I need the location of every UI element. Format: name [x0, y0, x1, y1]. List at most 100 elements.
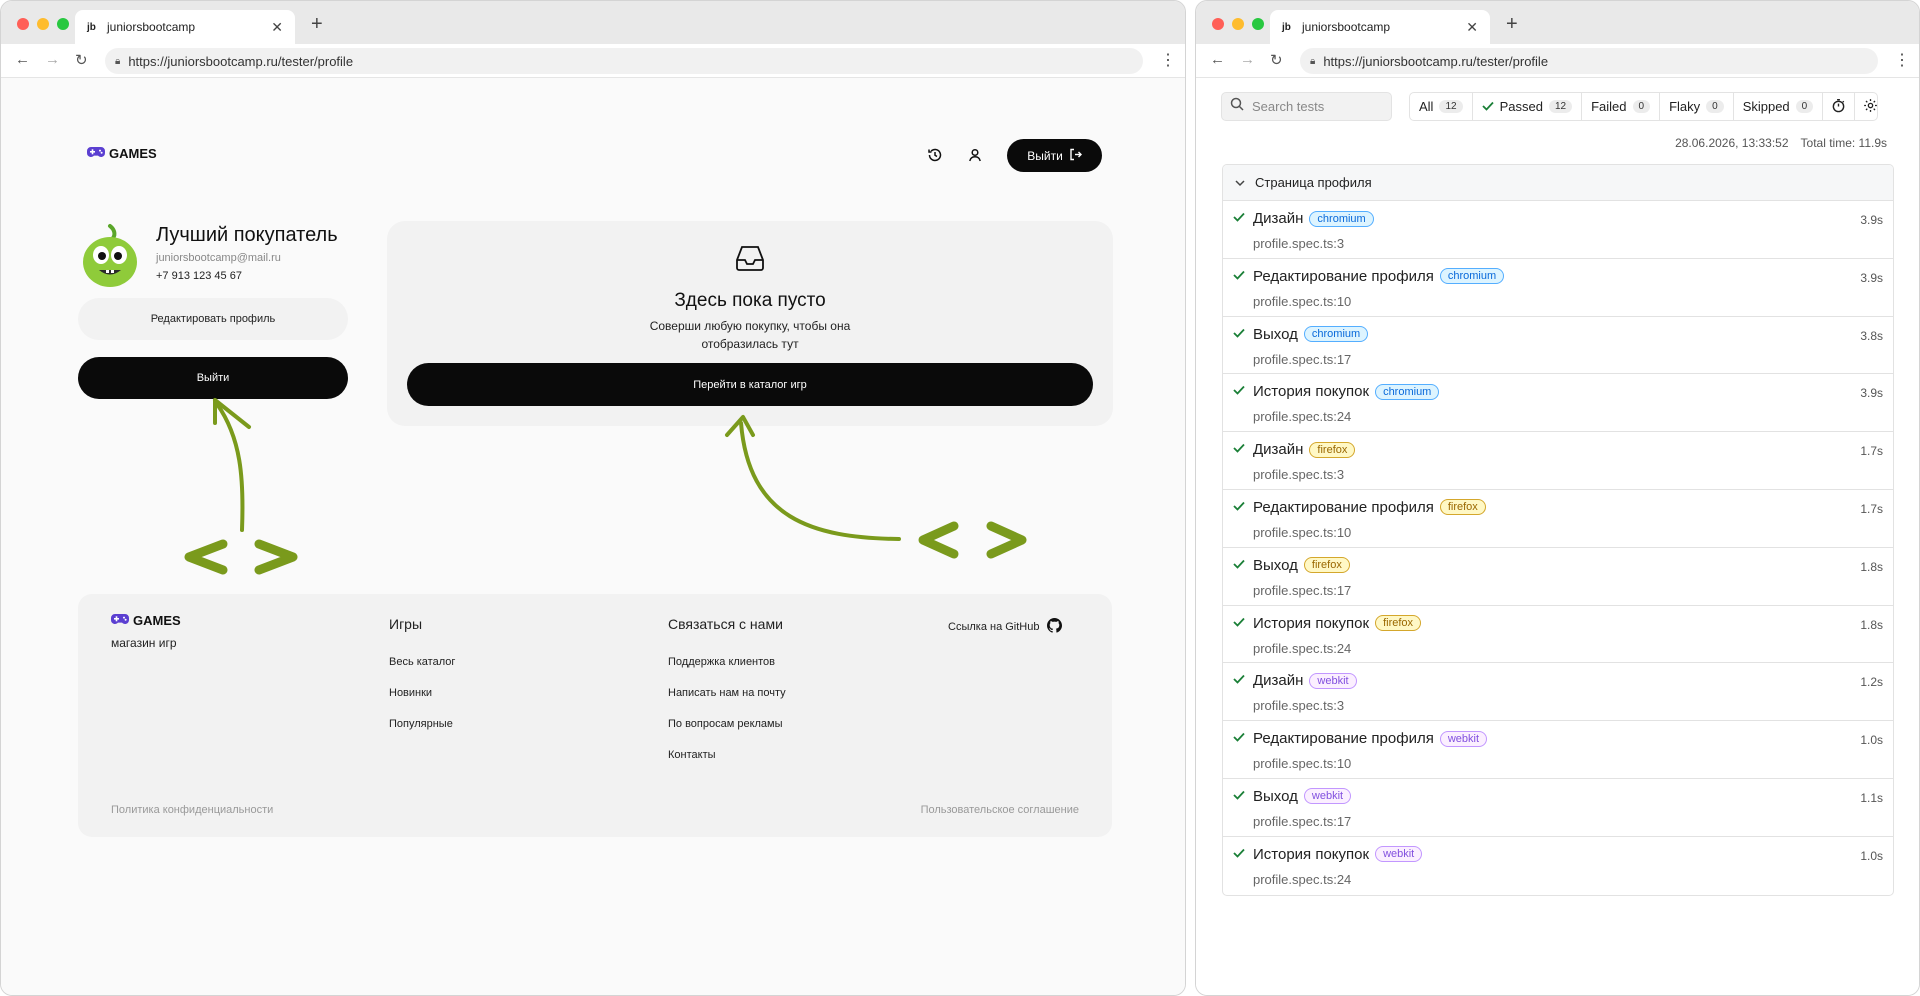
footer-link-popular[interactable]: Популярные: [389, 718, 453, 730]
reload-icon[interactable]: ↻: [75, 51, 88, 69]
filter-failed[interactable]: Failed 0: [1582, 93, 1661, 120]
test-duration: 3.9s: [1860, 386, 1883, 401]
test-title: Дизайн firefox: [1253, 441, 1356, 458]
footer-link-new[interactable]: Новинки: [389, 687, 432, 699]
maximize-window-button[interactable]: [57, 18, 69, 30]
passed-check-icon: [1233, 559, 1245, 569]
test-report-browser-window: jb juniorsbootcamp ✕ + ← → ↻ 🔒︎ https://…: [1195, 0, 1920, 996]
footer-link-support[interactable]: Поддержка клиентов: [668, 656, 775, 668]
test-row[interactable]: Редактирование профиля chromium profile.s…: [1223, 259, 1893, 317]
test-title: Редактирование профиля chromium: [1253, 267, 1505, 285]
test-row[interactable]: Выход webkit profile.spec.ts:17 1.1s: [1223, 779, 1893, 837]
test-row[interactable]: Выход chromium profile.spec.ts:17 3.8s: [1223, 317, 1893, 375]
filter-label: Flaky: [1669, 99, 1701, 114]
browser-tag[interactable]: firefox: [1439, 499, 1486, 516]
favicon: jb: [87, 21, 96, 33]
user-agreement-link[interactable]: Пользовательское соглашение: [921, 804, 1079, 816]
forward-icon[interactable]: →: [1240, 51, 1255, 68]
test-title: Дизайн webkit: [1253, 672, 1357, 689]
browser-menu-icon[interactable]: ⋮: [1160, 50, 1176, 70]
test-row[interactable]: Выход firefox profile.spec.ts:17 1.8s: [1223, 548, 1893, 606]
filter-flaky[interactable]: Flaky 0: [1660, 93, 1734, 120]
passed-check-icon: [1233, 270, 1245, 280]
browser-tag[interactable]: webkit: [1309, 672, 1357, 689]
browser-tab[interactable]: jb juniorsbootcamp ✕: [1270, 10, 1490, 44]
back-icon[interactable]: ←: [15, 51, 30, 68]
footer-contact-title: Связаться с нами: [668, 616, 783, 632]
arrow-to-logout-icon: [215, 402, 245, 532]
test-file: profile.spec.ts:17: [1253, 813, 1352, 829]
test-row[interactable]: Дизайн chromium profile.spec.ts:3 3.9s: [1223, 201, 1893, 259]
maximize-window-button[interactable]: [1252, 18, 1264, 30]
timer-button[interactable]: [1823, 93, 1856, 120]
test-duration: 1.0s: [1860, 733, 1883, 748]
test-name: Редактирование профиля: [1253, 267, 1434, 285]
new-tab-icon[interactable]: +: [1506, 13, 1518, 36]
test-row[interactable]: История покупок webkit profile.spec.ts:24…: [1223, 837, 1893, 895]
close-tab-icon[interactable]: ✕: [1466, 19, 1478, 36]
window-controls: [17, 18, 69, 30]
browser-tag[interactable]: chromium: [1375, 383, 1440, 400]
test-name: История покупок: [1253, 383, 1370, 401]
test-row[interactable]: История покупок firefox profile.spec.ts:2…: [1223, 606, 1893, 664]
browser-tag[interactable]: chromium: [1309, 210, 1374, 227]
browser-menu-icon[interactable]: ⋮: [1894, 50, 1910, 70]
filter-label: Skipped: [1742, 99, 1790, 114]
test-suite: Страница профиля Дизайн chromium profile.…: [1222, 164, 1894, 896]
passed-check-icon: [1233, 212, 1245, 222]
back-icon[interactable]: ←: [1210, 51, 1225, 68]
url-text: https://juniorsbootcamp.ru/tester/profil…: [1323, 53, 1549, 69]
browser-tag[interactable]: firefox: [1375, 615, 1422, 632]
tab-title: juniorsbootcamp: [1302, 20, 1391, 34]
github-icon: [1047, 618, 1063, 636]
test-file: profile.spec.ts:10: [1253, 524, 1352, 540]
browser-tag[interactable]: chromium: [1303, 326, 1369, 343]
url-field[interactable]: 🔒︎ https://juniorsbootcamp.ru/tester/pro…: [105, 48, 1143, 74]
reload-icon[interactable]: ↻: [1270, 51, 1283, 69]
close-window-button[interactable]: [17, 18, 29, 30]
test-row[interactable]: История покупок chromium profile.spec.ts:…: [1223, 374, 1893, 433]
privacy-policy-link[interactable]: Политика конфиденциальности: [111, 804, 273, 816]
footer-link-mail[interactable]: Написать нам на почту: [668, 687, 786, 699]
footer-link-ads[interactable]: По вопросам рекламы: [668, 718, 783, 730]
total-time: Total time: 11.9s: [1800, 136, 1887, 150]
suite-header[interactable]: Страница профиля: [1223, 165, 1893, 201]
browser-tag[interactable]: firefox: [1309, 441, 1356, 458]
test-title: Выход firefox: [1253, 557, 1350, 574]
forward-icon[interactable]: →: [45, 51, 60, 68]
footer-link-contacts[interactable]: Контакты: [668, 749, 716, 761]
new-tab-icon[interactable]: +: [311, 13, 323, 36]
footer-logo[interactable]: GAMES: [111, 613, 181, 628]
browser-tab[interactable]: jb juniorsbootcamp ✕: [75, 10, 295, 44]
browser-tag[interactable]: firefox: [1303, 557, 1350, 574]
test-duration: 3.9s: [1860, 270, 1883, 285]
test-duration: 1.7s: [1860, 444, 1883, 459]
left-angle-bracket-2-icon: [918, 521, 959, 559]
passed-check-icon: [1233, 675, 1245, 685]
test-row[interactable]: Дизайн firefox profile.spec.ts:3 1.7s: [1223, 432, 1893, 490]
search-input[interactable]: [1252, 99, 1382, 114]
filter-all[interactable]: All 12: [1410, 93, 1473, 120]
passed-check-icon: [1233, 386, 1245, 396]
browser-tag[interactable]: webkit: [1303, 788, 1352, 805]
filter-passed[interactable]: Passed 12: [1473, 93, 1583, 120]
test-row[interactable]: Редактирование профиля firefox profile.sp…: [1223, 490, 1893, 548]
browser-tag[interactable]: webkit: [1375, 846, 1423, 863]
run-date: 28.06.2026, 13:33:52: [1675, 136, 1789, 150]
minimize-window-button[interactable]: [37, 18, 49, 30]
close-window-button[interactable]: [1212, 18, 1224, 30]
browser-tag[interactable]: chromium: [1439, 268, 1505, 285]
test-file: profile.spec.ts:17: [1253, 351, 1352, 367]
settings-button[interactable]: [1855, 93, 1886, 120]
test-row[interactable]: Дизайн webkit profile.spec.ts:3 1.2s: [1223, 663, 1893, 722]
test-duration: 1.1s: [1860, 790, 1883, 805]
filter-skipped[interactable]: Skipped 0: [1734, 93, 1824, 120]
browser-tag[interactable]: webkit: [1439, 730, 1488, 747]
minimize-window-button[interactable]: [1232, 18, 1244, 30]
url-field[interactable]: 🔒︎ https://juniorsbootcamp.ru/tester/pro…: [1300, 48, 1878, 74]
passed-check-icon: [1233, 848, 1245, 858]
close-tab-icon[interactable]: ✕: [271, 19, 283, 36]
github-link[interactable]: Ссылка на GitHub: [948, 618, 1063, 636]
footer-link-catalog[interactable]: Весь каталог: [389, 656, 455, 668]
test-row[interactable]: Редактирование профиля webkit profile.spe…: [1223, 721, 1893, 779]
